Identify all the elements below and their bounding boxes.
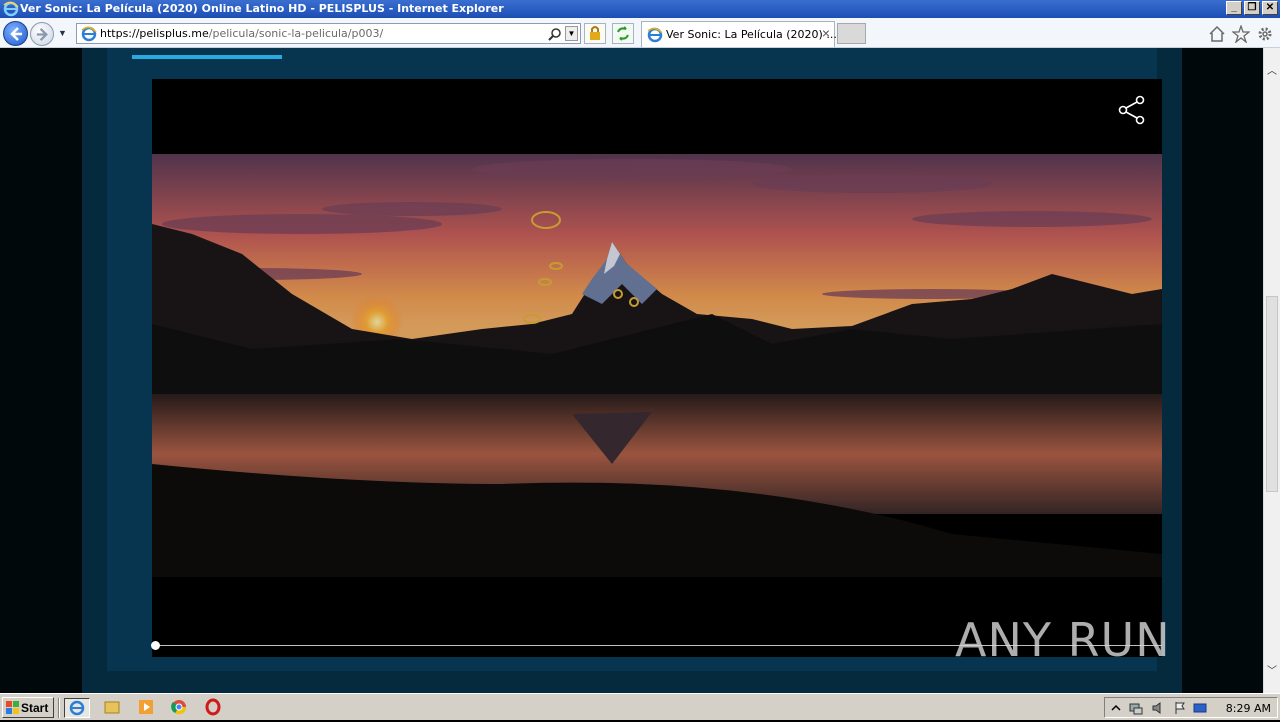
url-path: /pelicula/sonic-la-pelicula/p003/ xyxy=(208,27,384,40)
watermark-text: ANY RUN xyxy=(955,613,1171,667)
back-icon xyxy=(10,27,22,41)
restore-button[interactable]: ❐ xyxy=(1244,1,1260,15)
network-icon[interactable] xyxy=(1129,701,1143,715)
home-icon[interactable] xyxy=(1208,25,1226,43)
page-viewport: ANY RUN xyxy=(0,48,1263,693)
refresh-button[interactable] xyxy=(612,23,634,44)
anyrun-watermark: ANY RUN xyxy=(955,608,1171,672)
recent-pages-dropdown[interactable]: ▼ xyxy=(58,28,70,38)
browser-tab[interactable]: Ver Sonic: La Película (2020) ... × xyxy=(641,21,837,47)
chrome-icon[interactable] xyxy=(167,698,193,718)
opera-icon[interactable] xyxy=(201,698,227,718)
show-hidden-icon[interactable] xyxy=(1109,701,1123,715)
address-bar[interactable]: https://pelisplus.me/pelicula/sonic-la-p… xyxy=(76,23,581,44)
taskbar-separator xyxy=(58,698,60,718)
window-titlebar: Ver Sonic: La Película (2020) Online Lat… xyxy=(0,0,1280,18)
seek-handle[interactable] xyxy=(151,641,160,650)
media-player-icon[interactable] xyxy=(134,698,160,718)
url-host: https://pelisplus.me xyxy=(100,27,209,40)
scroll-up-chevron-icon[interactable]: ︿ xyxy=(1264,62,1280,79)
clock[interactable]: 8:29 AM xyxy=(1226,702,1271,715)
new-tab-button[interactable] xyxy=(837,23,866,44)
close-button[interactable]: ✕ xyxy=(1262,1,1278,15)
internet-explorer-icon xyxy=(3,1,19,17)
scroll-down-chevron-icon[interactable]: ﹀ xyxy=(1264,662,1280,679)
video-still-mountain-sunset xyxy=(152,154,1162,577)
security-report-button[interactable] xyxy=(584,23,606,44)
forward-icon xyxy=(36,27,48,42)
refresh-icon xyxy=(617,26,629,41)
page-content-column xyxy=(82,48,1182,693)
internet-explorer-icon[interactable] xyxy=(64,698,90,718)
tab-close-icon[interactable]: × xyxy=(822,25,830,41)
forward-button[interactable] xyxy=(30,22,54,46)
start-button[interactable]: Start xyxy=(2,697,54,718)
navigation-bar: ▼ https://pelisplus.me/pelicula/sonic-la… xyxy=(0,18,1280,48)
favorites-star-icon[interactable] xyxy=(1231,23,1251,44)
address-dropdown-button[interactable]: ▼ xyxy=(565,26,578,41)
video-player[interactable] xyxy=(151,79,1162,657)
system-tray: 8:29 AM xyxy=(1104,697,1278,718)
window-title: Ver Sonic: La Película (2020) Online Lat… xyxy=(20,2,504,15)
windows-flag-icon xyxy=(6,701,19,714)
action-center-flag-icon[interactable] xyxy=(1173,701,1187,715)
scrollbar-thumb[interactable] xyxy=(1266,296,1278,492)
back-button[interactable] xyxy=(3,21,28,46)
video-frame[interactable] xyxy=(152,154,1162,577)
lock-icon xyxy=(590,26,600,40)
share-icon[interactable] xyxy=(1118,95,1146,125)
player-container xyxy=(107,48,1162,671)
url-text[interactable]: https://pelisplus.me/pelicula/sonic-la-p… xyxy=(100,27,383,40)
file-explorer-icon[interactable] xyxy=(100,698,126,718)
tab-label: Ver Sonic: La Película (2020) ... xyxy=(666,28,837,41)
tab-active-indicator xyxy=(132,55,282,59)
search-icon[interactable] xyxy=(548,27,562,41)
start-label: Start xyxy=(21,701,49,715)
internet-explorer-icon xyxy=(81,26,97,42)
volume-icon[interactable] xyxy=(1151,701,1165,715)
display-icon[interactable] xyxy=(1193,701,1207,715)
vertical-scrollbar[interactable]: ︿ ﹀ xyxy=(1263,48,1280,693)
minimize-button[interactable]: _ xyxy=(1226,1,1242,15)
taskbar: Start 8:29 AM xyxy=(0,693,1280,720)
settings-gear-icon[interactable] xyxy=(1256,25,1274,43)
internet-explorer-icon xyxy=(647,27,663,43)
